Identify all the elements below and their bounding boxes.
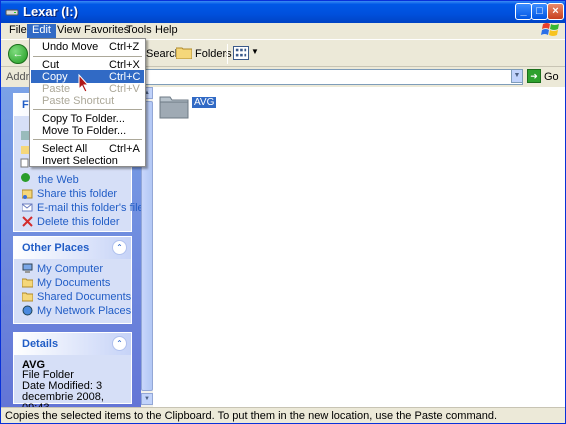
menu-bar: File Edit View Favorites Tools Help (1, 23, 565, 38)
avg-folder-icon[interactable] (159, 93, 189, 119)
explorer-window: Lexar (I:) _ □ × File Edit View Favorite… (0, 0, 566, 424)
menu-help[interactable]: Help (150, 24, 183, 38)
menu-item-paste-shortcut[interactable]: Paste Shortcut (31, 94, 144, 107)
edit-menu-dropdown: Undo Move Ctrl+Z Cut Ctrl+X Copy Ctrl+C Pas… (29, 38, 146, 167)
address-dropdown-icon[interactable]: ▼ (511, 69, 523, 83)
go-arrow-icon[interactable]: ➜ (527, 69, 541, 83)
menu-item-undo-move[interactable]: Undo Move Ctrl+Z (31, 40, 144, 53)
maximize-button[interactable]: □ (531, 3, 548, 20)
email-icon (22, 203, 33, 212)
computer-icon (22, 263, 33, 273)
back-button[interactable]: ← (8, 44, 28, 64)
close-button[interactable]: × (547, 3, 564, 20)
views-icon[interactable] (233, 46, 249, 60)
window-title: Lexar (I:) (23, 4, 78, 19)
back-arrow-icon: ← (12, 48, 24, 60)
views-dropdown-icon[interactable]: ▼ (251, 47, 259, 56)
avg-folder-label[interactable]: AVG (192, 97, 217, 108)
details-header[interactable]: Details ⌃ (14, 333, 131, 355)
drive-icon (5, 9, 19, 16)
place-my-computer[interactable]: My Computer (22, 263, 103, 275)
other-places-panel: Other Places ⌃ My Computer My Documents … (13, 236, 132, 324)
network-icon (22, 305, 33, 316)
share-folder-link[interactable]: Share this folder (22, 188, 117, 200)
shared-folder-icon (22, 292, 33, 302)
menu-separator (33, 139, 142, 140)
go-button[interactable]: Go (544, 71, 559, 83)
publish-web-icon (20, 172, 31, 186)
status-bar: Copies the selected items to the Clipboa… (1, 407, 565, 423)
publish-web-link[interactable]: the Web (38, 174, 79, 186)
place-shared-documents[interactable]: Shared Documents (22, 291, 131, 303)
delete-icon (22, 216, 33, 227)
collapse-icon[interactable]: ⌃ (112, 336, 127, 351)
other-places-header[interactable]: Other Places ⌃ (14, 237, 131, 259)
other-places-title: Other Places (22, 242, 90, 254)
place-my-documents[interactable]: My Documents (22, 277, 110, 289)
scroll-down-icon[interactable]: ▼ (141, 393, 153, 405)
details-panel: Details ⌃ AVG File Folder Date Modified:… (13, 332, 132, 414)
windows-logo-icon (541, 23, 559, 36)
menu-item-invert-selection[interactable]: Invert Selection (31, 154, 144, 167)
folder-icon (22, 278, 33, 288)
collapse-icon[interactable]: ⌃ (112, 240, 127, 255)
minimize-button[interactable]: _ (515, 3, 532, 20)
details-title: Details (22, 338, 59, 350)
toolbar-separator (227, 44, 228, 64)
title-bar[interactable]: Lexar (I:) _ □ × (1, 1, 565, 23)
place-my-network-places[interactable]: My Network Places (22, 305, 131, 317)
share-folder-icon (22, 189, 33, 199)
mouse-cursor-icon (78, 74, 90, 93)
menu-separator (33, 109, 142, 110)
status-text: Copies the selected items to the Clipboa… (5, 410, 498, 422)
menu-separator (33, 56, 142, 57)
menu-item-move-to-folder[interactable]: Move To Folder... (31, 124, 144, 137)
email-folder-link[interactable]: E-mail this folder's files (22, 202, 149, 214)
delete-folder-link[interactable]: Delete this folder (22, 216, 120, 228)
folders-icon (176, 47, 192, 59)
